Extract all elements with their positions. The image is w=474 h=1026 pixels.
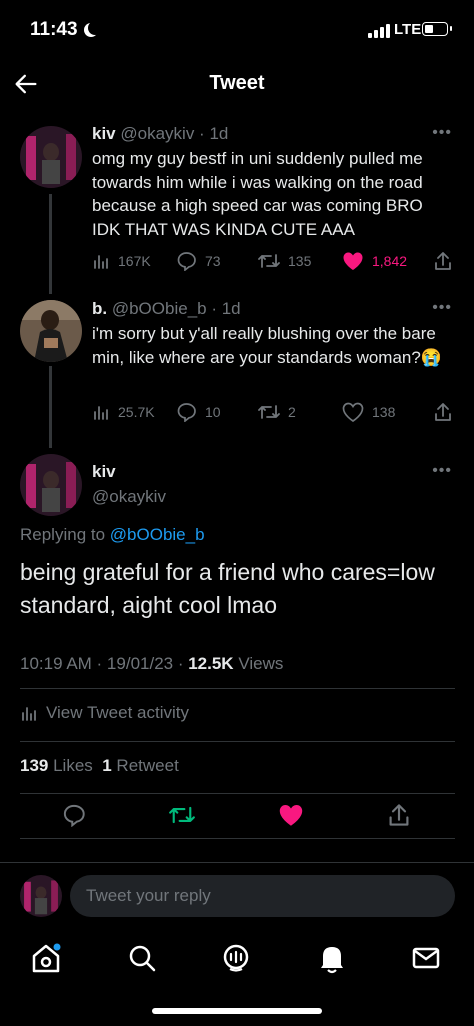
replying-to: Replying to @bOObie_b [20, 525, 205, 545]
share-action[interactable] [434, 249, 460, 273]
tweet-actions: 25.7K 10 2 138 [92, 400, 462, 424]
main-tweet-text: being grateful for a friend who cares=lo… [20, 559, 435, 618]
tweet-header: b. @bOObie_b · 1d [92, 299, 241, 318]
views-count: 12.5K [188, 654, 234, 673]
battery-icon [422, 22, 452, 36]
reply-icon [177, 403, 196, 422]
tweet-header: kiv @okaykiv · 1d [92, 124, 229, 143]
carrier-label: LTE [394, 21, 422, 38]
page-title: Tweet [209, 72, 265, 94]
retweets-label[interactable]: Retweet [112, 756, 178, 775]
like-count: 1,842 [372, 253, 408, 269]
more-icon[interactable]: ••• [432, 124, 452, 142]
retweet-icon [258, 405, 280, 419]
main-actions [0, 798, 474, 834]
like-action[interactable]: 1,842 [342, 249, 407, 273]
views-icon [94, 406, 108, 420]
retweet-icon[interactable] [169, 803, 195, 827]
share-icon[interactable] [388, 803, 410, 827]
retweet-action[interactable]: 135 [258, 249, 311, 273]
views-icon [94, 255, 108, 269]
avatar[interactable] [20, 454, 82, 516]
avatar[interactable] [20, 126, 82, 188]
reply-input[interactable]: Tweet your reply [70, 875, 455, 917]
retweet-count: 135 [288, 253, 312, 269]
status-bar: 11:43 LTE [0, 0, 474, 58]
share-icon [435, 403, 451, 421]
tweet-stats: 139 Likes 1 Retweet [20, 756, 179, 776]
reply-count: 10 [205, 404, 221, 420]
share-action[interactable] [434, 400, 460, 424]
header: Tweet [0, 58, 474, 110]
retweet-action[interactable]: 2 [258, 400, 296, 424]
reply-icon[interactable] [62, 803, 86, 827]
focus-moon-icon [88, 21, 102, 35]
like-icon [342, 402, 364, 422]
home-icon[interactable] [26, 938, 66, 978]
tweet-text: omg my guy bestf in uni suddenly pulled … [92, 149, 423, 239]
like-icon[interactable] [278, 803, 304, 827]
tweet-text: i'm sorry but y'all really blushing over… [92, 324, 442, 367]
avatar[interactable] [20, 875, 62, 917]
home-indicator [152, 1008, 322, 1014]
activity-label: View Tweet activity [46, 703, 189, 722]
handle[interactable]: @okaykiv [92, 487, 166, 507]
more-icon[interactable]: ••• [432, 462, 452, 480]
likes-count[interactable]: 139 [20, 756, 48, 775]
reply-count: 73 [205, 253, 221, 269]
reply-action[interactable]: 73 [176, 249, 221, 273]
thread-line [49, 194, 52, 294]
messages-icon[interactable] [406, 938, 446, 978]
tab-bar [0, 928, 474, 1026]
spaces-icon[interactable] [216, 938, 256, 978]
tweet-actions: 167K 73 135 1,842 [92, 249, 462, 273]
display-name[interactable]: kiv [92, 124, 116, 143]
divider [20, 793, 455, 794]
avatar[interactable] [20, 300, 82, 362]
view-tweet-activity[interactable]: View Tweet activity [20, 703, 189, 723]
reply-action[interactable]: 10 [176, 400, 221, 424]
like-icon [343, 252, 363, 270]
like-count: 138 [372, 404, 396, 420]
views-count: 167K [118, 253, 151, 269]
status-time: 11:43 [30, 19, 78, 40]
thread-line [49, 366, 52, 448]
reply-bar: Tweet your reply [0, 862, 474, 928]
retweet-count: 2 [288, 404, 296, 420]
likes-label[interactable]: Likes [48, 756, 102, 775]
mention-link[interactable]: @bOObie_b [110, 525, 205, 544]
views-icon [22, 707, 36, 721]
timestamp: 10:19 AM · 19/01/23 · [20, 654, 189, 673]
display-name[interactable]: kiv [92, 462, 116, 482]
retweets-count[interactable]: 1 [102, 756, 111, 775]
views-action[interactable]: 25.7K [92, 400, 155, 424]
divider [20, 838, 455, 839]
replying-prefix: Replying to [20, 525, 110, 544]
search-icon[interactable] [122, 938, 162, 978]
views-count: 25.7K [118, 404, 155, 420]
divider [20, 688, 455, 689]
tweet-time: 1d [221, 299, 241, 318]
display-name[interactable]: b. [92, 299, 107, 318]
handle[interactable]: @bOObie_b [112, 299, 207, 318]
views-label: Views [233, 654, 284, 673]
views-action[interactable]: 167K [92, 249, 151, 273]
share-icon [435, 252, 451, 270]
tweet-timestamp: 10:19 AM · 19/01/23 · 12.5K Views [20, 654, 283, 674]
like-action[interactable]: 138 [342, 400, 395, 424]
tweet-time: 1d [209, 124, 229, 143]
more-icon[interactable]: ••• [432, 299, 452, 317]
notifications-icon[interactable] [312, 938, 352, 978]
handle[interactable]: @okaykiv [120, 124, 194, 143]
reply-icon [177, 252, 196, 271]
retweet-icon [258, 254, 280, 268]
divider [20, 741, 455, 742]
signal-icon [368, 24, 390, 38]
